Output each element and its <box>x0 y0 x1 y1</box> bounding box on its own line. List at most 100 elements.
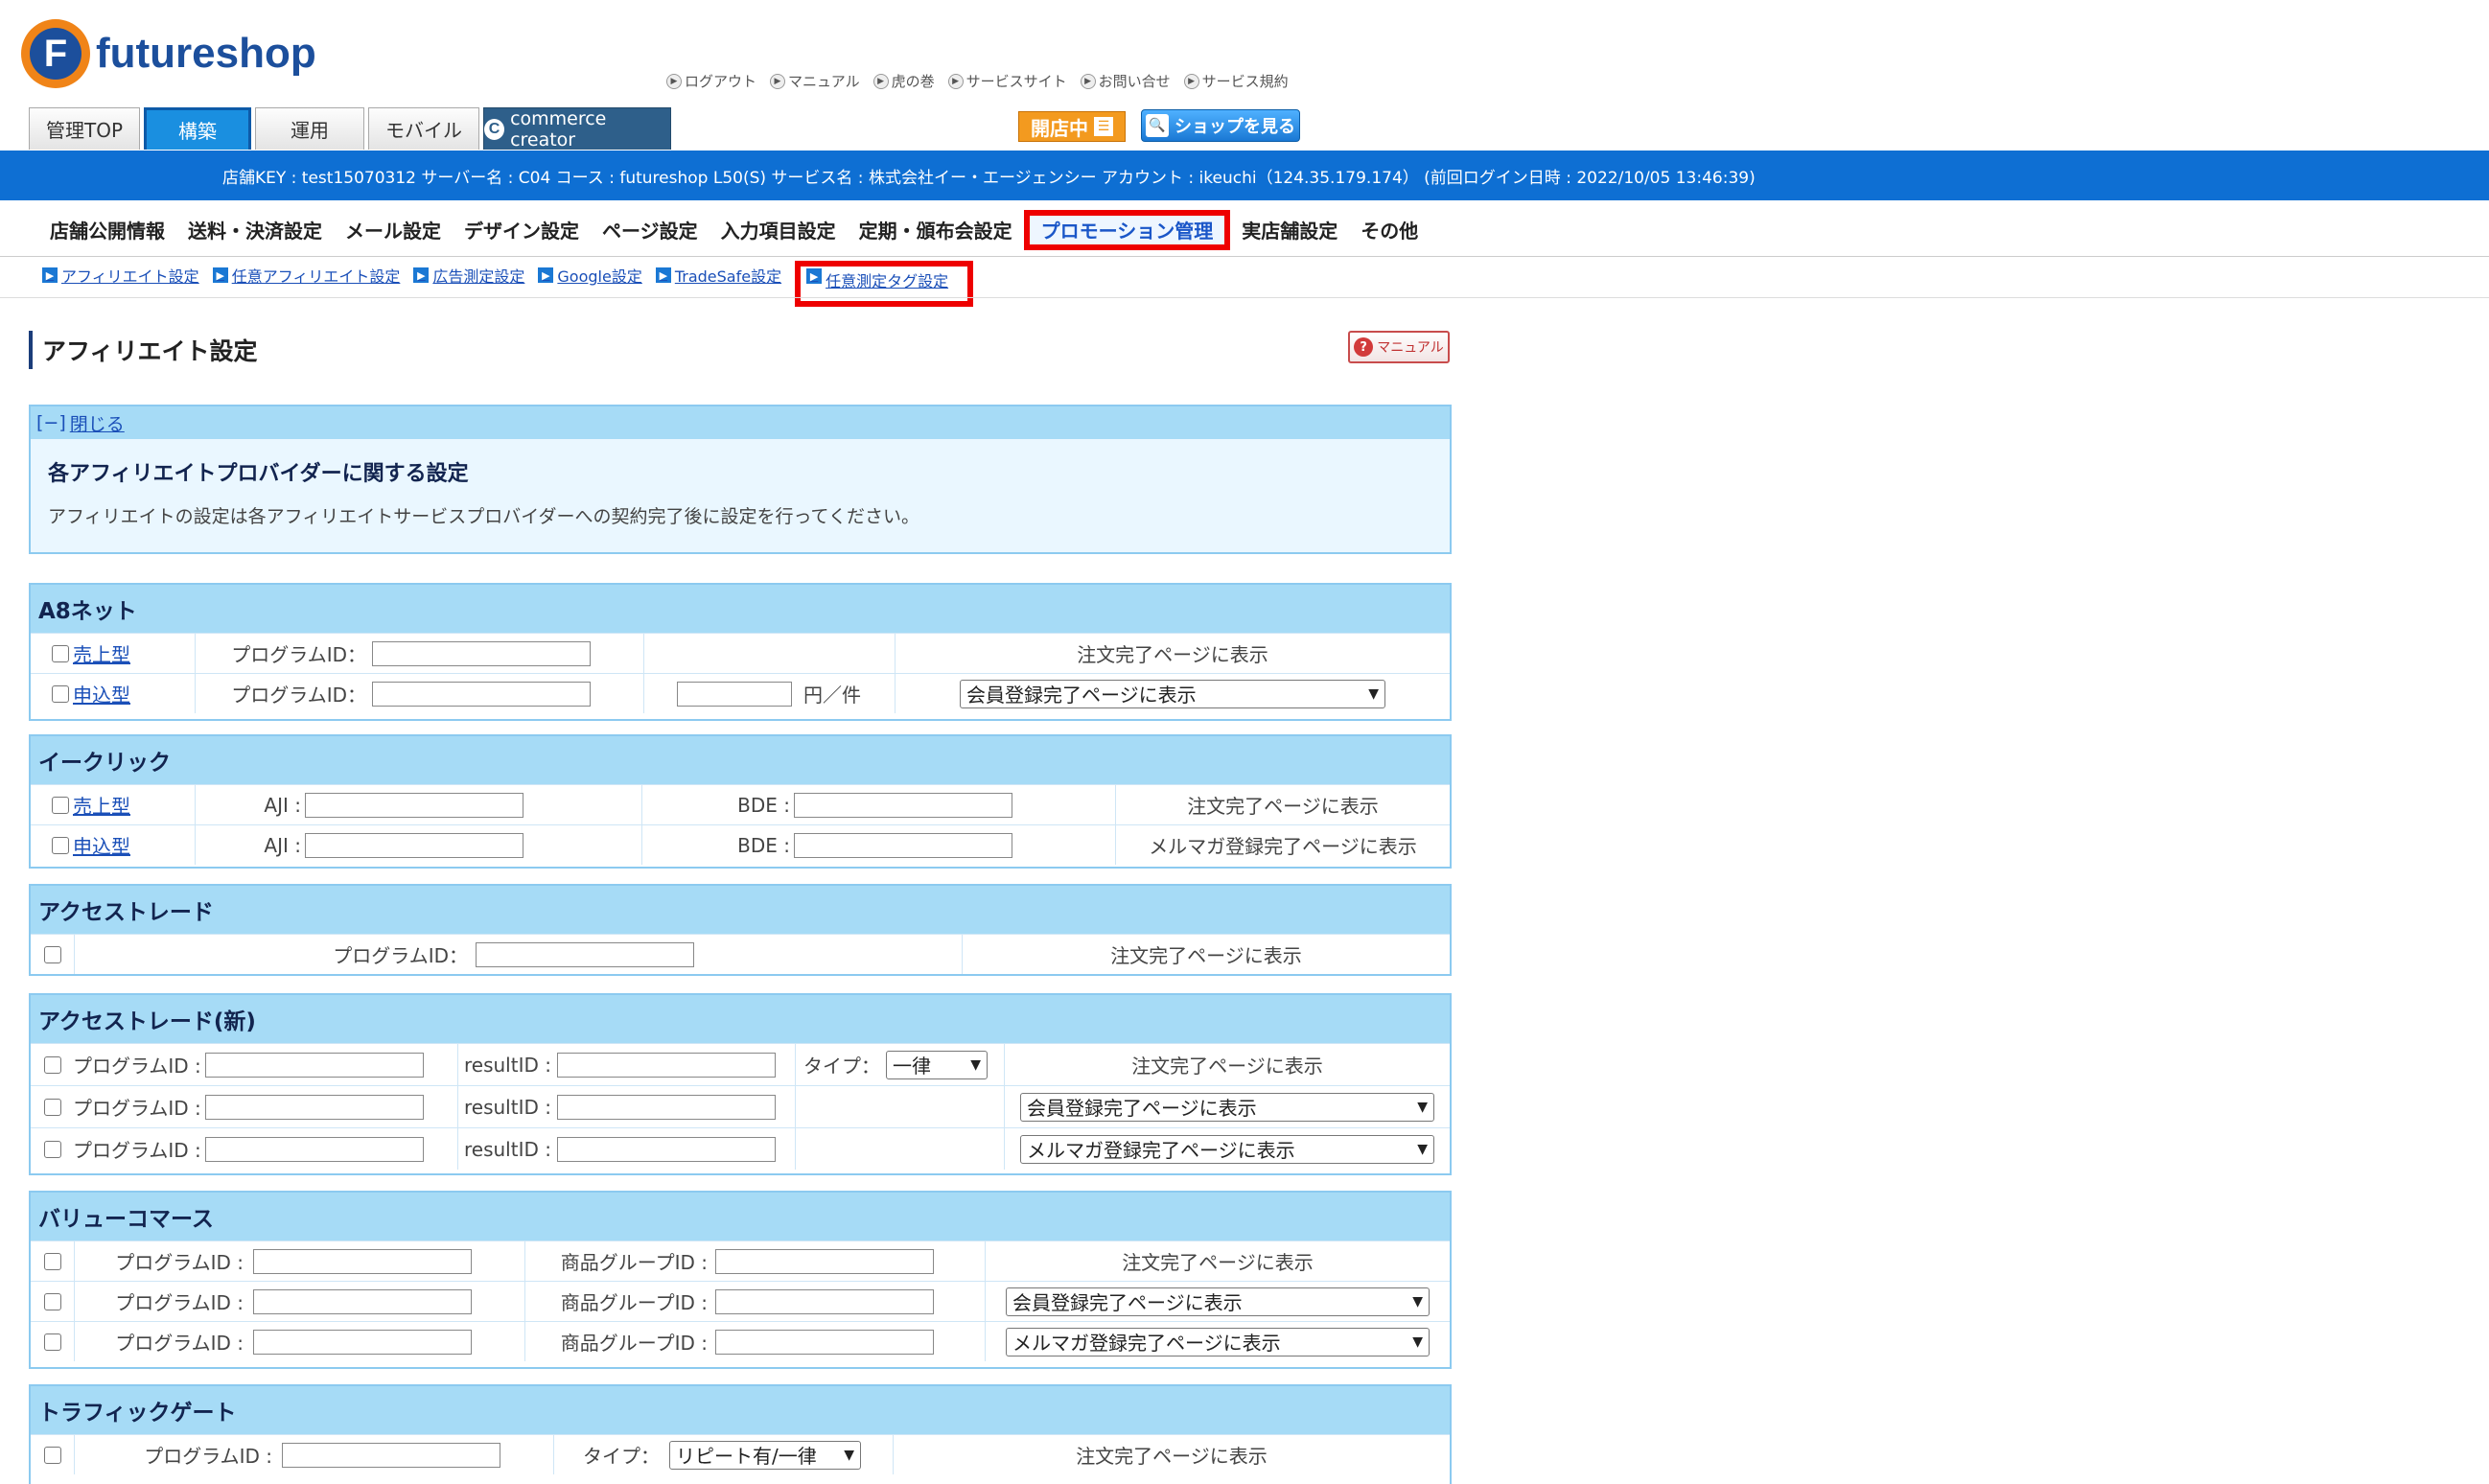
subnav-custom-affiliate[interactable]: ▶ 任意アフィリエイト設定 <box>212 261 400 290</box>
nav-mail[interactable]: メール設定 <box>334 210 453 250</box>
type-select[interactable]: 一律 ▼ <box>886 1050 988 1079</box>
program-id-label: プログラムID： <box>333 944 468 967</box>
program-id-label: プログラムID : <box>73 1139 201 1162</box>
result-id-input[interactable] <box>556 1094 776 1120</box>
row-checkbox[interactable] <box>44 1446 61 1464</box>
bde-input[interactable] <box>794 792 1012 818</box>
subnav-ad-measurement[interactable]: ▶ 広告測定設定 <box>413 261 524 290</box>
program-id-input[interactable] <box>372 640 591 666</box>
arrow-right-icon: ▶ <box>42 267 58 283</box>
nav-input-fields[interactable]: 入力項目設定 <box>709 210 848 250</box>
program-id-input[interactable] <box>476 941 694 967</box>
apply-type-checkbox[interactable] <box>52 684 69 703</box>
nav-design[interactable]: デザイン設定 <box>453 210 591 250</box>
main-nav: 店舗公開情報 送料・決済設定 メール設定 デザイン設定 ページ設定 入力項目設定… <box>0 203 2489 257</box>
group-id-input[interactable] <box>715 1248 934 1274</box>
result-id-label: resultID : <box>464 1137 551 1161</box>
subnav-affiliate[interactable]: ▶ アフィリエイト設定 <box>42 261 199 290</box>
type-select[interactable]: リピート有/一律 ▼ <box>669 1440 861 1470</box>
display-page-select[interactable]: 会員登録完了ページに表示 ▼ <box>960 679 1385 708</box>
display-label: メルマガ登録完了ページに表示 <box>1149 835 1417 858</box>
display-label: 注文完了ページに表示 <box>1077 643 1268 666</box>
arrow-right-icon: ▶ <box>212 267 228 283</box>
sales-type-link[interactable]: 売上型 <box>73 639 130 667</box>
bde-input[interactable] <box>794 832 1012 858</box>
aji-input[interactable] <box>305 792 523 818</box>
subnav-google[interactable]: ▶ Google設定 <box>538 261 642 290</box>
terms-link[interactable]: ▶ サービス規約 <box>1183 71 1289 91</box>
nav-page[interactable]: ページ設定 <box>591 210 709 250</box>
futureshop-logo[interactable]: F futureshop <box>21 19 316 88</box>
row-checkbox[interactable] <box>44 1252 61 1270</box>
subnav-custom-tag[interactable]: ▶ 任意測定タグ設定 <box>795 261 974 307</box>
empty-cell <box>796 1128 1005 1170</box>
group-id-input[interactable] <box>715 1288 934 1314</box>
nav-promotion[interactable]: プロモーション管理 <box>1023 209 1231 250</box>
shop-open-button[interactable]: 開店中 ☰ <box>1018 111 1126 142</box>
nav-subscription[interactable]: 定期・頒布会設定 <box>848 210 1024 250</box>
display-cell: 注文完了ページに表示 <box>896 634 1450 673</box>
program-id-input[interactable] <box>253 1248 472 1274</box>
table-row: プログラムID : 商品グループID : メルマガ登録完了ページに表示 ▼ <box>31 1321 1450 1361</box>
program-id-input[interactable] <box>253 1288 472 1314</box>
manual-button[interactable]: ? マニュアル <box>1348 331 1450 363</box>
program-id-input[interactable] <box>282 1442 500 1468</box>
tab-admin-top[interactable]: 管理TOP <box>29 107 140 150</box>
result-id-input[interactable] <box>556 1052 776 1078</box>
tab-build[interactable]: 構築 <box>144 107 251 150</box>
notice-toggle[interactable]: [−] <box>36 412 66 433</box>
notice-close-link[interactable]: 閉じる <box>70 410 125 436</box>
row-checkbox[interactable] <box>44 1292 61 1310</box>
nav-store-info[interactable]: 店舗公開情報 <box>38 210 176 250</box>
sales-type-checkbox[interactable] <box>52 796 69 814</box>
display-page-select[interactable]: 会員登録完了ページに表示 ▼ <box>1020 1092 1434 1122</box>
program-id-input[interactable] <box>253 1329 472 1355</box>
subnav-tradesafe-label: TradeSafe設定 <box>674 267 782 286</box>
apply-type-link[interactable]: 申込型 <box>73 680 130 707</box>
program-id-input[interactable] <box>372 681 591 707</box>
view-shop-button[interactable]: 🔍 ショップを見る <box>1141 109 1300 142</box>
group-id-input[interactable] <box>715 1329 934 1355</box>
tab-mobile[interactable]: モバイル <box>368 107 479 150</box>
sales-type-checkbox[interactable] <box>52 644 69 662</box>
display-page-select[interactable]: 会員登録完了ページに表示 ▼ <box>1006 1287 1430 1316</box>
logout-link[interactable]: ▶ ログアウト <box>666 71 756 91</box>
row-checkbox[interactable] <box>44 1140 61 1158</box>
arrow-right-icon: ▶ <box>806 268 823 284</box>
row-checkbox[interactable] <box>44 1098 61 1116</box>
service-site-link[interactable]: ▶ サービスサイト <box>947 71 1067 91</box>
tips-link[interactable]: ▶ 虎の巻 <box>872 71 935 91</box>
commerce-creator-label: commerce creator <box>510 107 607 151</box>
program-id-input[interactable] <box>204 1136 424 1162</box>
price-input[interactable] <box>677 681 792 707</box>
subnav-tradesafe[interactable]: ▶ TradeSafe設定 <box>655 261 782 290</box>
apply-type-checkbox[interactable] <box>52 836 69 854</box>
program-id-input[interactable] <box>204 1094 424 1120</box>
display-page-select[interactable]: メルマガ登録完了ページに表示 ▼ <box>1006 1327 1430 1356</box>
nav-real-store[interactable]: 実店舗設定 <box>1230 210 1349 250</box>
bde-label: BDE : <box>737 833 790 857</box>
row-checkbox[interactable] <box>44 945 61 963</box>
result-id-input[interactable] <box>556 1136 776 1162</box>
display-page-select[interactable]: メルマガ登録完了ページに表示 ▼ <box>1020 1134 1434 1164</box>
nav-shipping-payment[interactable]: 送料・決済設定 <box>176 210 334 250</box>
aji-input[interactable] <box>305 832 523 858</box>
manual-link[interactable]: ▶ マニュアル <box>770 71 860 91</box>
display-cell: 注文完了ページに表示 <box>986 1241 1450 1281</box>
row-checkbox[interactable] <box>44 1055 61 1074</box>
tab-operate[interactable]: 運用 <box>255 107 364 150</box>
program-id-cell: プログラムID : <box>31 1128 458 1170</box>
apply-type-link[interactable]: 申込型 <box>73 831 130 859</box>
chevron-down-icon: ▼ <box>844 1447 854 1463</box>
arrow-right-icon: ▶ <box>413 267 430 283</box>
contact-link[interactable]: ▶ お問い合せ <box>1080 71 1171 91</box>
table-row: プログラムID : 商品グループID : 注文完了ページに表示 <box>31 1241 1450 1281</box>
tab-commerce-creator[interactable]: Ccommerce creator <box>483 107 671 151</box>
row-checkbox[interactable] <box>44 1333 61 1351</box>
aji-cell: AJI : <box>196 785 642 824</box>
program-id-input[interactable] <box>204 1052 424 1078</box>
sales-type-link[interactable]: 売上型 <box>73 791 130 819</box>
nav-other[interactable]: その他 <box>1349 210 1430 250</box>
top-links: ▶ ログアウト ▶ マニュアル ▶ 虎の巻 ▶ サービスサイト ▶ お問い合せ ▶ サービス… <box>666 71 1289 91</box>
section-a8: A8ネット 売上型 プログラムID： 注文完了ページに表示 申込型 プログラムI… <box>29 583 1452 721</box>
